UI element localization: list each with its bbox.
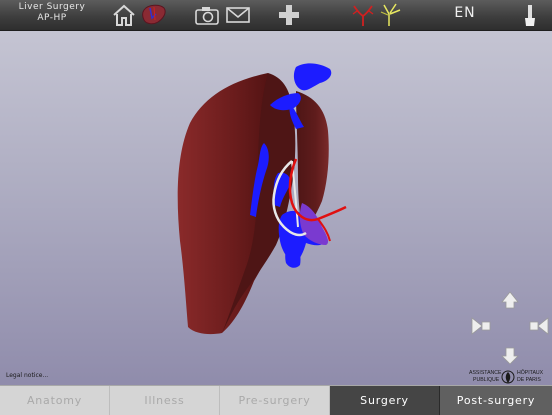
tab-post-surgery[interactable]: Post-surgery bbox=[440, 386, 552, 415]
bile-duct-icon[interactable] bbox=[378, 2, 404, 28]
arrow-right-icon[interactable] bbox=[529, 317, 549, 335]
logo-line2: PUBLIQUE bbox=[473, 377, 500, 383]
tab-anatomy[interactable]: Anatomy bbox=[0, 386, 110, 415]
logo-line1: ASSISTANCE bbox=[469, 370, 502, 376]
arrow-left-icon[interactable] bbox=[471, 317, 491, 335]
app-title-line2: AP-HP bbox=[37, 13, 67, 23]
language-selector[interactable]: EN bbox=[440, 5, 490, 21]
arrow-down-icon[interactable] bbox=[501, 347, 519, 365]
logo-line4: DE PARIS bbox=[517, 377, 541, 383]
home-icon[interactable] bbox=[111, 2, 137, 28]
app-title-line1: Liver Surgery bbox=[18, 2, 86, 12]
camera-icon[interactable] bbox=[194, 2, 220, 28]
app-title: Liver Surgery AP-HP bbox=[0, 2, 104, 24]
scalpel-icon[interactable] bbox=[517, 2, 543, 28]
vessels-icon[interactable] bbox=[350, 2, 376, 28]
arrow-up-icon[interactable] bbox=[501, 291, 519, 309]
tab-pre-surgery[interactable]: Pre-surgery bbox=[220, 386, 330, 415]
logo-line3: HÔPITAUX bbox=[517, 369, 544, 376]
top-toolbar: Liver Surgery AP-HP EN bbox=[0, 0, 552, 31]
legal-notice-link[interactable]: Legal notice... bbox=[6, 372, 48, 379]
tab-surgery[interactable]: Surgery bbox=[330, 386, 440, 415]
liver-model-icon[interactable] bbox=[140, 2, 168, 28]
mail-icon[interactable] bbox=[225, 2, 251, 28]
camera-navigation-pad bbox=[471, 291, 549, 365]
bottom-tab-bar: Anatomy Illness Pre-surgery Surgery Post… bbox=[0, 385, 552, 415]
tab-illness[interactable]: Illness bbox=[110, 386, 220, 415]
plus-icon[interactable] bbox=[276, 2, 302, 28]
